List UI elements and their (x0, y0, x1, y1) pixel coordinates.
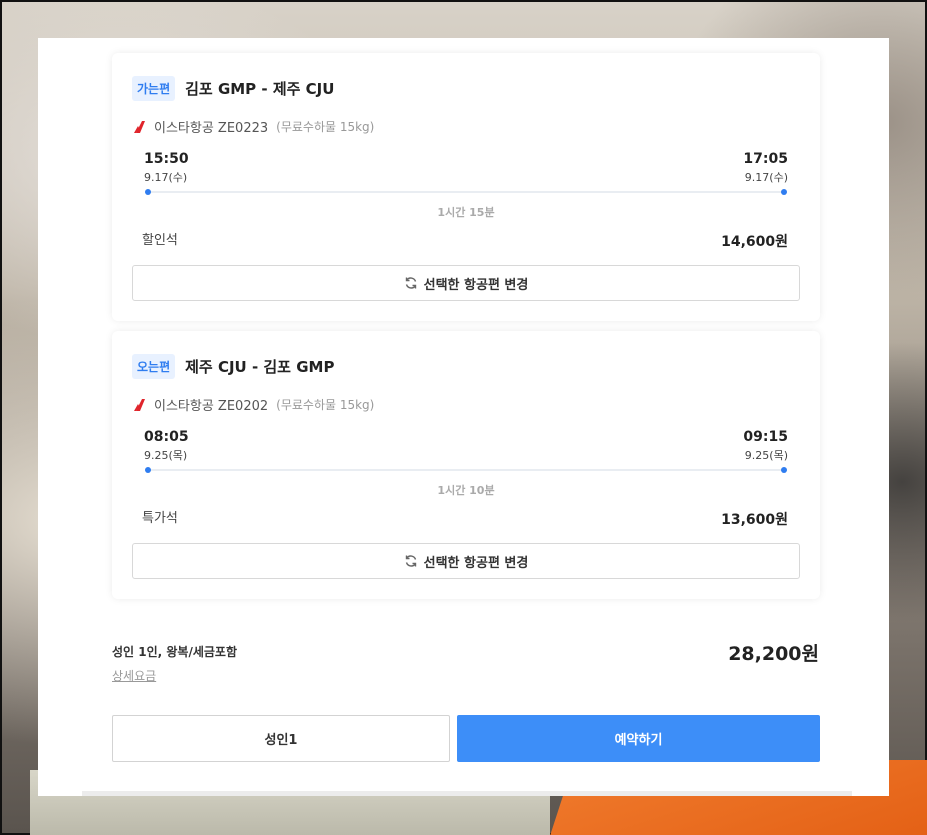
inbound-airline-name: 이스타항공 ZE0202 (154, 399, 269, 414)
outbound-duration: 1시간 15분 (437, 206, 495, 219)
outbound-header: 가는편 김포 GMP - 제주 CJU (132, 76, 334, 101)
inbound-baggage: (무료수하물 15kg) (276, 398, 375, 412)
outbound-airline: 이스타항공 ZE0223 (무료수하물 15kg) (133, 117, 374, 136)
outbound-timeline (145, 189, 787, 195)
inbound-arr-time: 09:15 (743, 429, 788, 445)
timeline-start-dot (145, 189, 151, 195)
inbound-duration: 1시간 10분 (437, 484, 495, 497)
total-price: 28,200원 (728, 643, 819, 665)
inbound-badge: 오는편 (132, 354, 176, 379)
timeline-end-dot (781, 189, 787, 195)
outbound-dep-date: 9.17(수) (144, 171, 188, 184)
inbound-price: 13,600원 (721, 512, 788, 528)
outbound-dep-time: 15:50 (144, 151, 189, 167)
outbound-flight-card: 가는편 김포 GMP - 제주 CJU 이스타항공 ZE0223 (무료수하물 … (112, 53, 820, 321)
outbound-baggage: (무료수하물 15kg) (276, 120, 375, 134)
outbound-route: 김포 GMP - 제주 CJU (185, 80, 335, 98)
inbound-dep-time: 08:05 (144, 429, 189, 445)
refresh-icon (404, 276, 418, 290)
outbound-arrival: 17:05 9.17(수) (743, 151, 788, 185)
outbound-airline-name: 이스타항공 ZE0223 (154, 121, 269, 136)
inbound-change-flight-button[interactable]: 선택한 항공편 변경 (132, 543, 800, 579)
book-button[interactable]: 예약하기 (457, 715, 820, 762)
outbound-seat-class: 할인석 (142, 233, 178, 248)
inbound-change-label: 선택한 항공편 변경 (423, 555, 529, 571)
inbound-dep-date: 9.25(목) (144, 449, 188, 462)
bottom-divider (82, 791, 852, 796)
inbound-arr-date: 9.25(목) (744, 449, 788, 462)
outbound-badge: 가는편 (132, 76, 176, 101)
outbound-arr-time: 17:05 (743, 151, 788, 167)
inbound-arrival: 09:15 9.25(목) (743, 429, 788, 463)
inbound-flight-card: 오는편 제주 CJU - 김포 GMP 이스타항공 ZE0202 (무료수하물 … (112, 331, 820, 599)
timeline-end-dot (781, 467, 787, 473)
outbound-change-flight-button[interactable]: 선택한 항공편 변경 (132, 265, 800, 301)
booking-panel: 가는편 김포 GMP - 제주 CJU 이스타항공 ZE0223 (무료수하물 … (38, 38, 889, 796)
airplane-tail-icon (133, 120, 147, 134)
refresh-icon (404, 554, 418, 568)
outbound-departure: 15:50 9.17(수) (144, 151, 189, 185)
inbound-timeline (145, 467, 787, 473)
inbound-header: 오는편 제주 CJU - 김포 GMP (132, 354, 334, 379)
inbound-airline: 이스타항공 ZE0202 (무료수하물 15kg) (133, 395, 374, 414)
outbound-change-label: 선택한 항공편 변경 (423, 277, 529, 293)
airplane-tail-icon (133, 398, 147, 412)
timeline-start-dot (145, 467, 151, 473)
inbound-seat-class: 특가석 (142, 511, 178, 526)
inbound-route: 제주 CJU - 김포 GMP (185, 358, 335, 376)
outbound-price: 14,600원 (721, 234, 788, 250)
fare-detail-link[interactable]: 상세요금 (112, 667, 156, 684)
passenger-count-button[interactable]: 성인1 (112, 715, 450, 762)
fare-summary-label: 성인 1인, 왕복/세금포함 (112, 645, 238, 659)
inbound-departure: 08:05 9.25(목) (144, 429, 189, 463)
outbound-arr-date: 9.17(수) (744, 171, 788, 184)
